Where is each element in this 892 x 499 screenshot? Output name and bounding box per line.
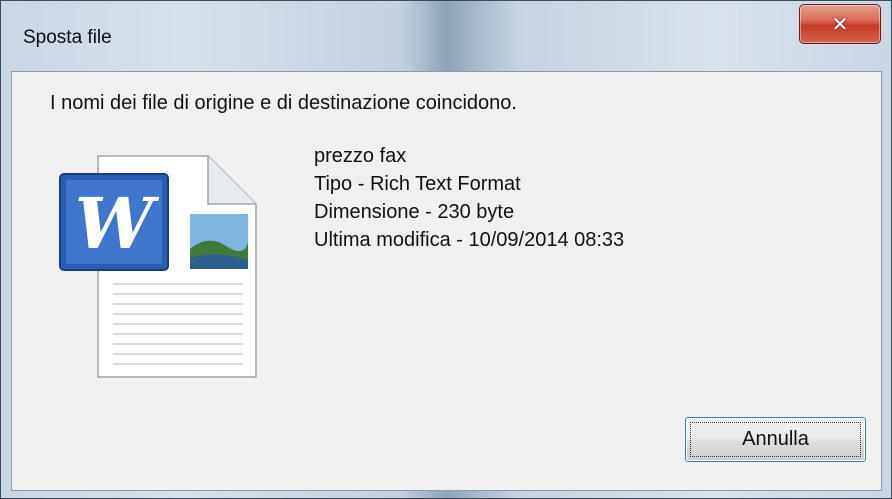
file-size: Dimensione - 230 byte	[314, 201, 515, 223]
file-type: Tipo - Rich Text Format	[314, 173, 521, 195]
close-button[interactable]: ✕	[799, 4, 881, 44]
file-name: prezzo fax	[314, 145, 407, 167]
focus-rectangle	[690, 422, 861, 457]
file-details: prezzo fax Tipo - Rich Text Format Dimen…	[314, 142, 624, 254]
window-title: Sposta file	[23, 27, 112, 48]
cancel-button[interactable]: Annulla	[685, 417, 866, 462]
close-icon: ✕	[831, 12, 849, 36]
file-modified: Ultima modifica - 10/09/2014 08:33	[314, 229, 625, 251]
word-document-icon: W	[59, 155, 257, 378]
svg-text:W: W	[75, 182, 160, 265]
title-bar[interactable]: Sposta file ✕	[1, 1, 891, 71]
dialog-content: I nomi dei file di origine e di destinaz…	[11, 71, 882, 491]
conflict-message: I nomi dei file di origine e di destinaz…	[50, 92, 517, 114]
dialog-window: Sposta file ✕ I nomi dei file di origine…	[0, 0, 892, 499]
